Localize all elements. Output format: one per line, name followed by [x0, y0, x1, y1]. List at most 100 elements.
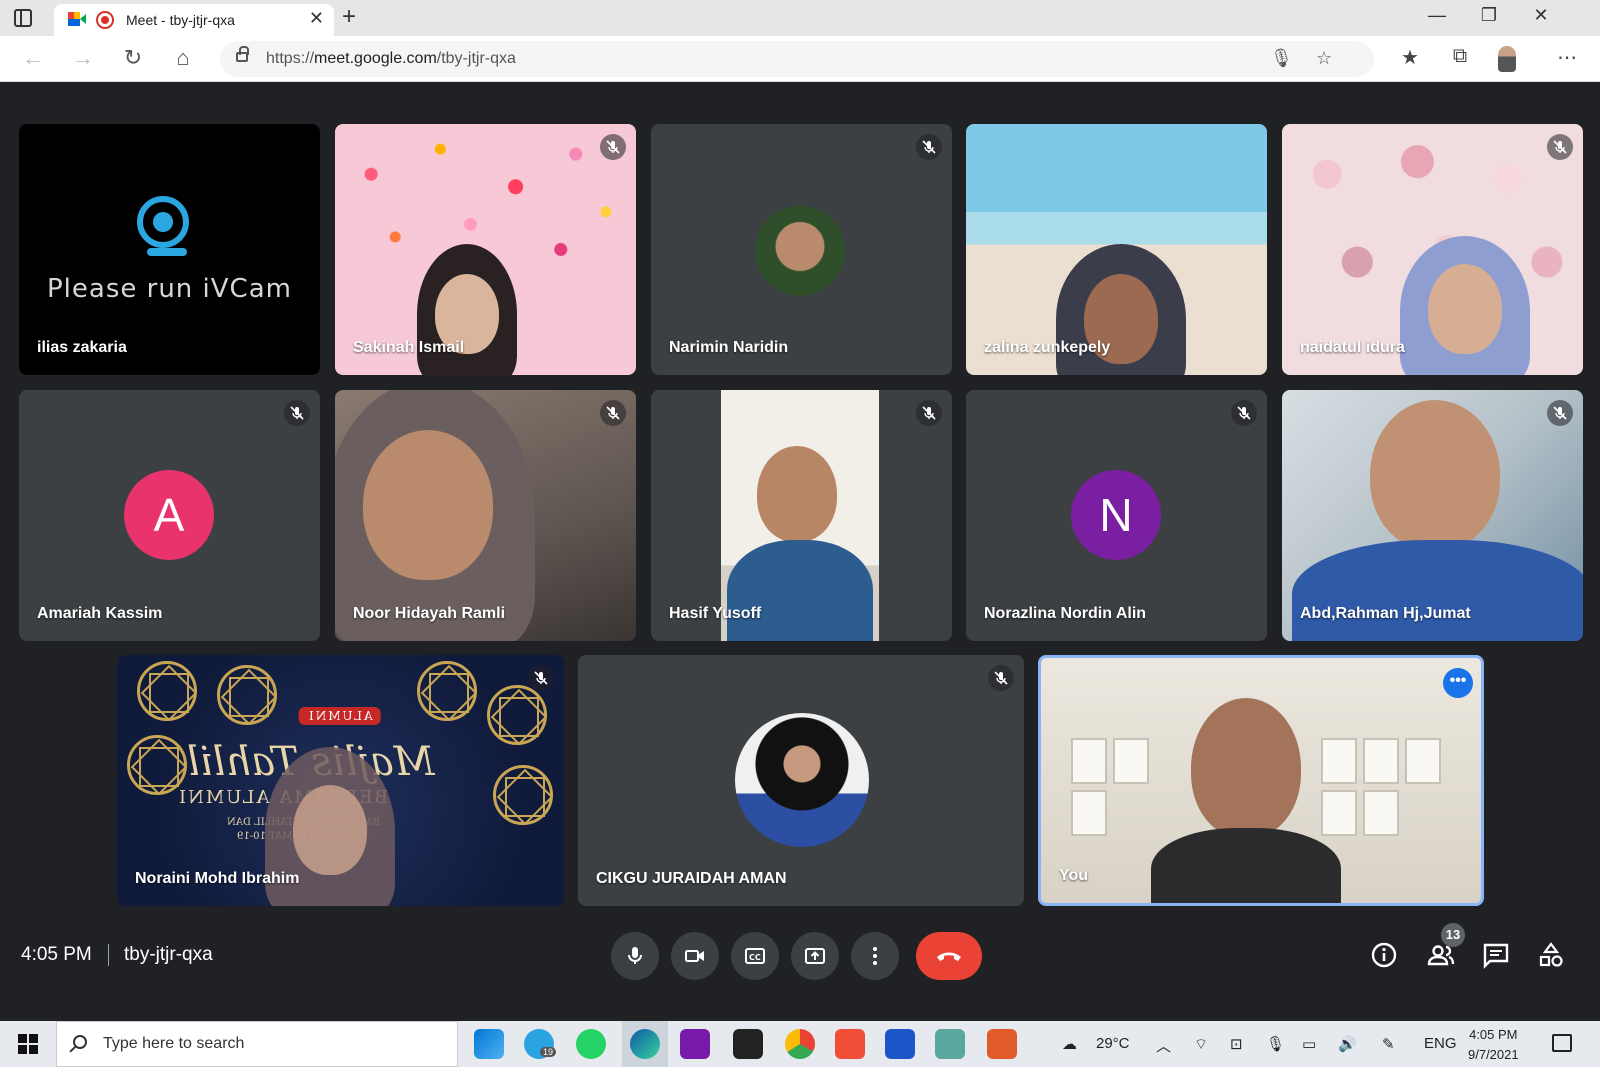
- profile-icon[interactable]: [1498, 46, 1516, 72]
- participant-tile-narimin-naridin[interactable]: Narimin Naridin: [651, 124, 952, 375]
- onenote-icon[interactable]: [680, 1029, 710, 1059]
- participant-name: ilias zakaria: [37, 339, 127, 356]
- end-call-icon: [937, 952, 961, 961]
- add-favorite-icon[interactable]: ☆: [1316, 48, 1332, 69]
- browser-tab-meet[interactable]: Meet - tby-jtjr-qxa ✕: [54, 4, 334, 36]
- collections-icon[interactable]: ⧉: [1445, 45, 1475, 68]
- chat-icon[interactable]: [1481, 940, 1511, 970]
- tab-actions-icon[interactable]: [14, 9, 32, 27]
- mail-icon[interactable]: [885, 1029, 915, 1059]
- taskbar-clock[interactable]: 4:05 PM 9/7/2021: [1468, 1025, 1519, 1065]
- google-meet-logo-icon: [68, 12, 86, 26]
- microphone-icon[interactable]: 🎙: [1266, 1035, 1285, 1053]
- home-icon[interactable]: ⌂: [168, 45, 198, 71]
- battery-icon[interactable]: ▭: [1302, 1035, 1316, 1053]
- app-icon[interactable]: [987, 1029, 1017, 1059]
- present-icon: [805, 948, 825, 964]
- avatar: [735, 713, 869, 847]
- participant-tile-zalina-zunkepely[interactable]: zalina zunkepely: [966, 124, 1267, 375]
- notification-icon[interactable]: [1552, 1034, 1572, 1052]
- weather-temp[interactable]: 29°C: [1096, 1035, 1130, 1052]
- new-tab-button[interactable]: +: [342, 3, 356, 31]
- edge-icon[interactable]: [630, 1029, 660, 1059]
- mic-off-icon: [988, 665, 1014, 691]
- webcam-icon: [137, 196, 189, 248]
- present-button[interactable]: [791, 932, 839, 980]
- microphone-icon[interactable]: 🎙: [1270, 48, 1293, 69]
- captions-button[interactable]: CC: [731, 932, 779, 980]
- mic-off-icon: [1547, 134, 1573, 160]
- participant-tile-noor-hidayah-ramli[interactable]: Noor Hidayah Ramli: [335, 390, 636, 641]
- meet-control-bar: 4:05 PM tby-jtjr-qxa CC 13: [0, 922, 1600, 1022]
- activities-icon[interactable]: [1536, 940, 1566, 970]
- more-options-button[interactable]: [851, 932, 899, 980]
- weather-icon[interactable]: ☁: [1062, 1035, 1077, 1053]
- restore-button[interactable]: ❐: [1474, 5, 1504, 26]
- search-placeholder: Type here to search: [103, 1035, 245, 1052]
- participant-tile-noraini-mohd-ibrahim[interactable]: ALUMNI Majlis Tahlil BERSAMA ALUMNI BACA…: [117, 655, 564, 906]
- file-explorer-icon[interactable]: [474, 1029, 504, 1059]
- banner-badge: ALUMNI: [299, 707, 381, 725]
- refresh-icon[interactable]: ↻: [118, 45, 148, 71]
- participant-name: Sakinah Ismail: [353, 339, 465, 356]
- info-icon[interactable]: [1369, 940, 1399, 970]
- participant-tile-sakinah-ismail[interactable]: Sakinah Ismail: [335, 124, 636, 375]
- more-options-icon[interactable]: •••: [1443, 668, 1473, 698]
- browser-toolbar: ← → ↻ ⌂ https://meet.google.com/tby-jtjr…: [0, 36, 1600, 82]
- taskbar-search-box[interactable]: Type here to search: [56, 1021, 458, 1067]
- windows-taskbar: Type here to search 19 ☁ 29°C ︿ ⌔ ⊡ 🎙 ▭ …: [0, 1021, 1600, 1067]
- close-window-button[interactable]: ✕: [1526, 5, 1556, 26]
- participant-name: Norazlina Nordin Alin: [984, 605, 1147, 622]
- people-count-badge: 13: [1441, 923, 1465, 947]
- favorites-icon[interactable]: ★: [1395, 45, 1425, 70]
- mic-off-icon: [600, 134, 626, 160]
- address-bar[interactable]: https://meet.google.com/tby-jtjr-qxa 🎙 ☆: [220, 41, 1374, 77]
- mic-off-icon: [284, 400, 310, 426]
- device-icon[interactable]: ⊡: [1230, 1035, 1243, 1053]
- url-text[interactable]: https://meet.google.com/tby-jtjr-qxa: [266, 50, 516, 68]
- mic-icon: [628, 947, 642, 964]
- avatar: [755, 206, 845, 296]
- chevron-up-icon[interactable]: ︿: [1156, 1035, 1171, 1056]
- tab-title: Meet - tby-jtjr-qxa: [126, 12, 235, 28]
- search-icon: [73, 1035, 87, 1049]
- pen-icon[interactable]: ✎: [1382, 1035, 1395, 1053]
- volume-icon[interactable]: 🔊: [1338, 1035, 1357, 1053]
- language-indicator[interactable]: ENG: [1424, 1035, 1457, 1052]
- windows-start-icon[interactable]: [18, 1034, 38, 1054]
- participant-tile-norazlina-nordin-alin[interactable]: N Norazlina Nordin Alin: [966, 390, 1267, 641]
- back-icon[interactable]: ←: [18, 45, 48, 71]
- minimize-button[interactable]: —: [1422, 5, 1452, 26]
- mic-off-icon: [528, 665, 554, 691]
- participant-tile-cikgu-juraidah-aman[interactable]: CIKGU JURAIDAH AMAN: [578, 655, 1024, 906]
- chrome-icon[interactable]: [785, 1029, 815, 1059]
- participant-name: Abd,Rahman Hj,Jumat: [1300, 605, 1471, 622]
- more-icon[interactable]: ⋯: [1552, 45, 1582, 70]
- mic-off-icon: [600, 400, 626, 426]
- participant-tile-naidatul-idura[interactable]: naidatul idura: [1282, 124, 1583, 375]
- lock-icon[interactable]: [236, 46, 249, 62]
- network-icon[interactable]: ⌔: [1194, 1035, 1208, 1054]
- app-icon[interactable]: [935, 1029, 965, 1059]
- end-call-button[interactable]: [916, 932, 982, 980]
- camera-button[interactable]: [671, 932, 719, 980]
- participant-tile-amariah-kassim[interactable]: A Amariah Kassim: [19, 390, 320, 641]
- telegram-badge: 19: [540, 1047, 557, 1057]
- mic-button[interactable]: [611, 932, 659, 980]
- participant-tile-abd-rahman-hj-jumat[interactable]: Abd,Rahman Hj,Jumat: [1282, 390, 1583, 641]
- participant-name: CIKGU JURAIDAH AMAN: [596, 870, 787, 887]
- participant-tile-ilias-zakaria[interactable]: Please run iVCam ilias zakaria: [19, 124, 320, 375]
- whatsapp-icon[interactable]: [576, 1029, 606, 1059]
- avatar: A: [124, 470, 214, 560]
- chess-icon[interactable]: [733, 1029, 763, 1059]
- captions-icon: CC: [745, 948, 765, 964]
- meeting-time: 4:05 PM: [21, 944, 92, 965]
- camera-icon: [685, 950, 704, 962]
- participant-tile-hasif-yusoff[interactable]: Hasif Yusoff: [651, 390, 952, 641]
- participant-tile-you[interactable]: ••• You: [1038, 655, 1484, 906]
- participant-name: Noraini Mohd Ibrahim: [135, 870, 300, 887]
- svg-text:CC: CC: [749, 953, 761, 962]
- app-icon[interactable]: [835, 1029, 865, 1059]
- forward-icon[interactable]: →: [68, 45, 98, 71]
- tab-close-icon[interactable]: ✕: [309, 8, 324, 29]
